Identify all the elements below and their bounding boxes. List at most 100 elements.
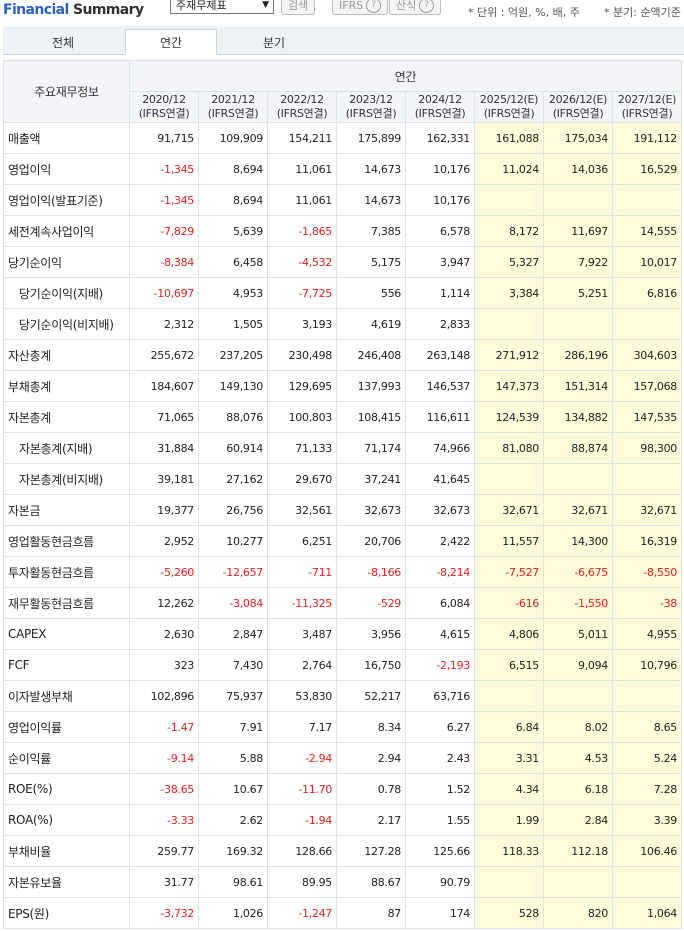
table-cell: 6,084 — [405, 587, 475, 619]
tab-annual[interactable]: 연간 — [125, 29, 217, 55]
table-cell: -6,675 — [543, 556, 613, 588]
tab-quarterly[interactable]: 분기 — [219, 29, 329, 55]
table-cell: 2,833 — [405, 308, 475, 340]
table-cell: 81,080 — [474, 432, 544, 464]
table-cell: 10,176 — [405, 184, 475, 216]
table-cell: -11.70 — [267, 773, 337, 805]
row-label[interactable]: 매출액 — [3, 122, 130, 154]
table-cell: -8,214 — [405, 556, 475, 588]
table-cell: 6.18 — [543, 773, 613, 805]
row-label[interactable]: 영업활동현금흐름 — [3, 525, 130, 557]
table-cell: 88,874 — [543, 432, 613, 464]
table-cell — [612, 866, 682, 898]
table-row: 자본유보율 31.77 98.61 89.95 88.67 90.79 — [3, 866, 682, 898]
table-cell: 100,803 — [267, 401, 337, 433]
table-cell: 1.55 — [405, 804, 475, 836]
row-label[interactable]: 자산총계 — [3, 339, 130, 371]
column-period: 2021/12 — [211, 93, 255, 106]
table-row: 영업활동현금흐름 2,952 10,277 6,251 20,706 2,422 11,55… — [3, 525, 682, 557]
report-type-select[interactable]: 주재무제표 ▼ — [170, 0, 274, 14]
row-label[interactable]: 영업이익 — [3, 153, 130, 185]
row-label[interactable]: 세전계속사업이익 — [3, 215, 130, 247]
table-cell: 154,211 — [267, 122, 337, 154]
table-cell: 74,966 — [405, 432, 475, 464]
row-label[interactable]: CAPEX — [3, 618, 130, 650]
table-cell: 11,024 — [474, 153, 544, 185]
row-label[interactable]: ROA(%) — [3, 804, 130, 836]
table-cell: -711 — [267, 556, 337, 588]
table-cell: 128.66 — [267, 835, 337, 867]
table-cell: 4,806 — [474, 618, 544, 650]
table-row: 영업이익(발표기준) -1,345 8,694 11,061 14,673 10,176 — [3, 184, 682, 216]
table-cell — [474, 866, 544, 898]
ifrs-help-button[interactable]: IFRS ? — [332, 0, 389, 15]
row-label[interactable]: 재무활동현금흐름 — [3, 587, 130, 619]
table-cell: -3.33 — [129, 804, 199, 836]
row-label[interactable]: EPS(원) — [3, 897, 130, 929]
unit-note: * 단위 : 억원, %, 배, 주 — [468, 6, 580, 19]
table-cell: 102,896 — [129, 680, 199, 712]
row-label[interactable]: 자본총계(지배) — [3, 432, 130, 464]
table-cell: 11,061 — [267, 184, 337, 216]
table-cell: 5,327 — [474, 246, 544, 278]
table-cell: -4,532 — [267, 246, 337, 278]
row-label[interactable]: 당기순이익(비지배) — [3, 308, 130, 340]
table-cell: 2,422 — [405, 525, 475, 557]
table-cell: -9.14 — [129, 742, 199, 774]
table-cell: 1,505 — [198, 308, 268, 340]
row-label[interactable]: 당기순이익 — [3, 246, 130, 278]
table-cell: 16,319 — [612, 525, 682, 557]
table-cell: 8.02 — [543, 711, 613, 743]
row-label[interactable]: 영업이익률 — [3, 711, 130, 743]
table-cell: -5,260 — [129, 556, 199, 588]
row-label[interactable]: 당기순이익(지배) — [3, 277, 130, 309]
table-row: 순이익률 -9.14 5.88 -2.94 2.94 2.43 3.31 4.53 5.24 — [3, 742, 682, 774]
table-cell: 162,331 — [405, 122, 475, 154]
row-label[interactable]: FCF — [3, 649, 130, 681]
table-cell: 7.91 — [198, 711, 268, 743]
table-cell: 7.17 — [267, 711, 337, 743]
table-cell: 41,645 — [405, 463, 475, 495]
row-label[interactable]: 자본총계 — [3, 401, 130, 433]
table-cell: 8,694 — [198, 153, 268, 185]
table-cell: -1,345 — [129, 153, 199, 185]
column-period: 2027/12(E) — [617, 93, 677, 106]
search-button[interactable]: 검색 — [281, 0, 316, 15]
formula-help-button[interactable]: 산식 ? — [389, 0, 442, 15]
row-label[interactable]: 부채비율 — [3, 835, 130, 867]
row-label[interactable]: ROE(%) — [3, 773, 130, 805]
row-label[interactable]: 순이익률 — [3, 742, 130, 774]
row-label[interactable]: 투자활동현금흐름 — [3, 556, 130, 588]
table-cell: 6,515 — [474, 649, 544, 681]
table-cell: -1,865 — [267, 215, 337, 247]
table-cell: 6.27 — [405, 711, 475, 743]
table-cell: 9,094 — [543, 649, 613, 681]
column-header: 2027/12(E) (IFRS연결) — [612, 91, 682, 123]
row-label[interactable]: 부채총계 — [3, 370, 130, 402]
table-cell: 259.77 — [129, 835, 199, 867]
table-cell: -1,345 — [129, 184, 199, 216]
table-cell: 5.24 — [612, 742, 682, 774]
table-cell: 14,036 — [543, 153, 613, 185]
table-cell: -2,193 — [405, 649, 475, 681]
table-cell: 0.78 — [336, 773, 406, 805]
table-cell: 39,181 — [129, 463, 199, 495]
formula-button-label: 산식 — [396, 0, 417, 12]
table-cell: 4.53 — [543, 742, 613, 774]
row-label[interactable]: 자본총계(비지배) — [3, 463, 130, 495]
table-cell: 2,630 — [129, 618, 199, 650]
row-label[interactable]: 자본금 — [3, 494, 130, 526]
table-cell: 5,639 — [198, 215, 268, 247]
table-row: 매출액 91,715 109,909 154,211 175,899 162,331 161… — [3, 122, 682, 154]
table-cell: 8.34 — [336, 711, 406, 743]
table-cell: 323 — [129, 649, 199, 681]
table-cell: 5.88 — [198, 742, 268, 774]
table-cell: -1.94 — [267, 804, 337, 836]
tab-all[interactable]: 전체 — [3, 29, 123, 55]
table-cell: 118.33 — [474, 835, 544, 867]
table-cell: 1.52 — [405, 773, 475, 805]
row-label[interactable]: 자본유보율 — [3, 866, 130, 898]
row-label[interactable]: 영업이익(발표기준) — [3, 184, 130, 216]
row-label[interactable]: 이자발생부채 — [3, 680, 130, 712]
table-cell: 11,697 — [543, 215, 613, 247]
